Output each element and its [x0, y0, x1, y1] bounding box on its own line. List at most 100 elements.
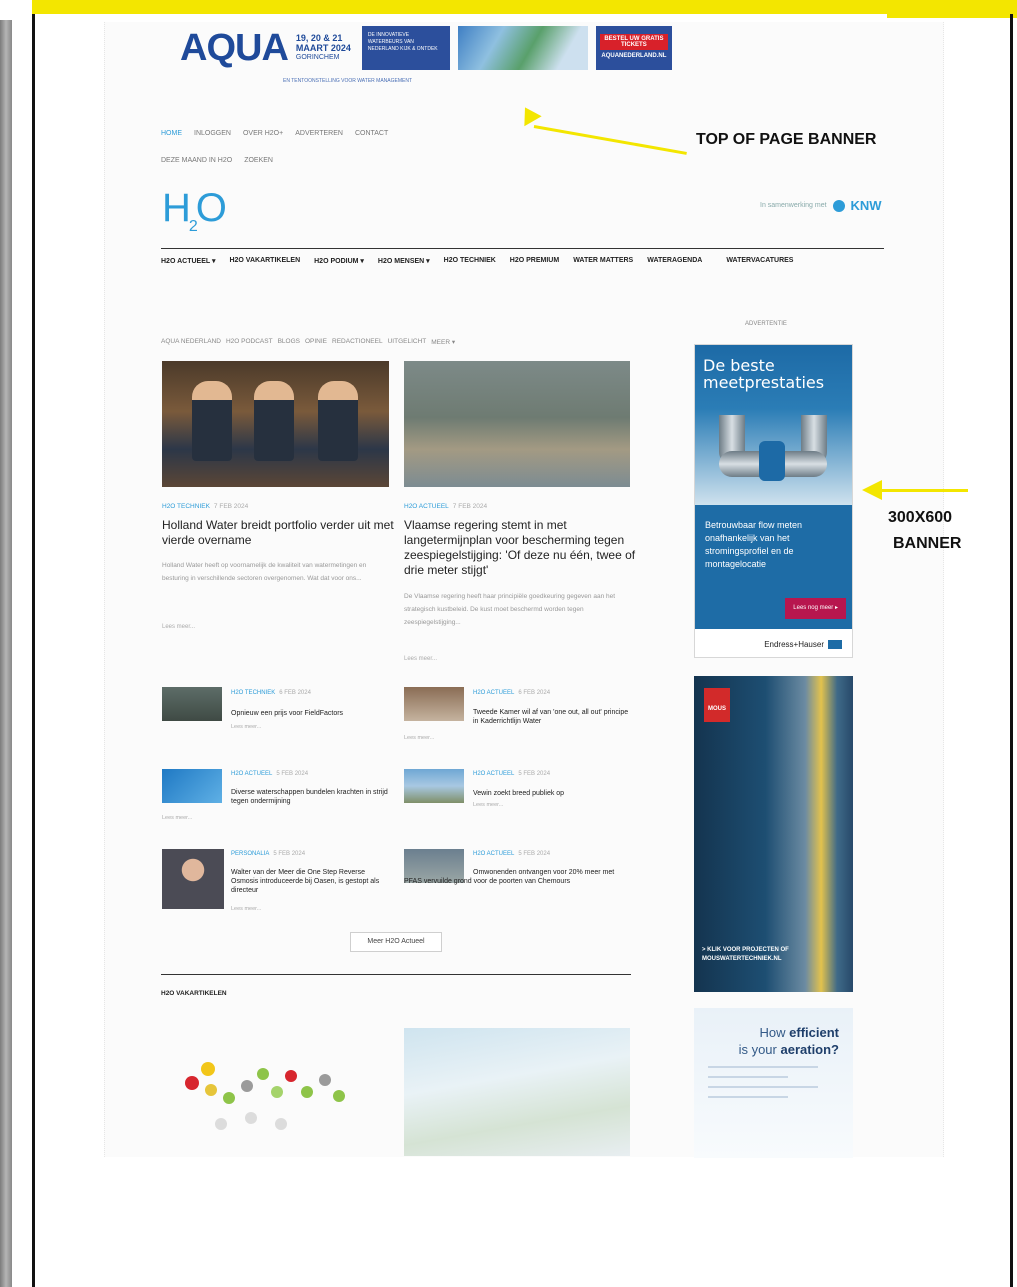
banner-info-box: DE INNOVATIEVE WATERBEURS VAN NEDERLAND … [361, 26, 450, 70]
h2o-logo[interactable]: H2O [162, 186, 227, 236]
featured-1-title[interactable]: Holland Water breidt portfolio verder ui… [162, 518, 394, 548]
list-5-title[interactable]: Walter van der Meer die One Step Reverse… [231, 868, 391, 895]
list-4-category[interactable]: H2O ACTUEEL [473, 771, 514, 777]
list-1-read-more[interactable]: Lees meer... [231, 724, 261, 730]
utility-nav-advertise[interactable]: ADVERTEREN [295, 130, 343, 137]
nav-watervacatures[interactable]: WATERVACATURES [726, 257, 793, 265]
more-h2o-actueel-button[interactable]: Meer H2O Actueel [350, 932, 442, 952]
main-nav: H2O ACTUEEL ▾ H2O VAKARTIKELEN H2O PODIU… [161, 257, 861, 265]
cat-aqua-nederland[interactable]: AQUA NEDERLAND [161, 338, 221, 346]
cat-opinie[interactable]: OPINIE [305, 338, 327, 346]
cat-uitgelicht[interactable]: UITGELICHT [388, 338, 427, 346]
list-1-category[interactable]: H2O TECHNIEK [231, 690, 275, 696]
cat-redactioneel[interactable]: REDACTIONEEL [332, 338, 383, 346]
top-banner-ad[interactable]: AQUA 19, 20 & 21 MAART 2024 GORINCHEM DE… [180, 22, 675, 74]
cat-meer[interactable]: MEER ▾ [431, 338, 455, 346]
nav-h2o-premium[interactable]: H2O PREMIUM [510, 257, 559, 265]
list-6-title[interactable]: Omwonenden ontvangen voor 20% meer met P… [404, 868, 630, 886]
aeration-text-line [708, 1086, 818, 1088]
category-links: AQUA NEDERLAND H2O PODCAST BLOGS OPINIE … [161, 338, 455, 346]
ad-eh-read-more-button[interactable]: Lees nog meer ▸ [785, 598, 846, 619]
nav-h2o-techniek[interactable]: H2O TECHNIEK [444, 257, 496, 265]
annotation-top-banner: TOP OF PAGE BANNER [696, 131, 877, 148]
partner-logo[interactable]: In samenwerking met KNW [760, 198, 882, 213]
aeration-text-line [708, 1096, 788, 1098]
person-portrait[interactable] [162, 849, 224, 909]
featured-1-meta: H2O TECHNIEK 7 FEB 2024 [162, 503, 248, 510]
utility-nav-login[interactable]: INLOGGEN [194, 130, 231, 137]
banner-cta-button[interactable]: BESTEL UW GRATIS TICKETS AQUANEDERLAND.N… [595, 26, 672, 70]
list-2-category[interactable]: H2O ACTUEEL [473, 690, 514, 696]
aeration-headline: How efficient is your aeration? [708, 1024, 839, 1058]
list-thumb[interactable] [404, 687, 464, 721]
featured-1-category[interactable]: H2O TECHNIEK [162, 503, 210, 510]
list-5-category[interactable]: PERSONALIA [231, 851, 269, 857]
featured-2-title[interactable]: Vlaamse regering stemt in met langetermi… [404, 518, 636, 578]
featured-image-coast[interactable] [404, 361, 630, 487]
list-5-date: 5 FEB 2024 [273, 851, 306, 857]
atom [201, 1062, 215, 1076]
sidebar-ad-300x600[interactable]: De beste meetprestaties Betrouwbaar flow… [694, 344, 853, 658]
list-2-title[interactable]: Tweede Kamer wil af van 'one out, all ou… [473, 708, 633, 726]
aqua-date-days: 19, 20 & 21 [295, 33, 343, 43]
partner-label: In samenwerking met [760, 202, 827, 209]
aqua-date-month: MAART 2024 [295, 43, 351, 53]
nav-h2o-podium[interactable]: H2O PODIUM ▾ [314, 257, 364, 265]
sidebar-ad-mous[interactable]: MOUS > KLIK VOOR PROJECTEN OF MOUSWATERT… [694, 676, 853, 992]
mous-cta-text: > KLIK VOOR PROJECTEN OF MOUSWATERTECHNI… [702, 947, 789, 962]
list-thumb[interactable] [162, 687, 222, 721]
nav-h2o-vakartikelen[interactable]: H2O VAKARTIKELEN [229, 257, 300, 265]
atom [271, 1086, 283, 1098]
list-thumb[interactable] [404, 769, 464, 803]
utility-nav-row2: DEZE MAAND IN H2O ZOEKEN [161, 157, 273, 164]
featured-1-read-more[interactable]: Lees meer... [162, 624, 195, 630]
list-2-read-more[interactable]: Lees meer... [404, 735, 434, 741]
utility-nav-contact[interactable]: CONTACT [355, 130, 388, 137]
list-4-meta: H2O ACTUEEL 5 FEB 2024 [473, 771, 550, 777]
nav-water-matters[interactable]: WATER MATTERS [573, 257, 633, 265]
sidebar-ad-aeration[interactable]: How efficient is your aeration? [694, 1008, 853, 1158]
aeration-text-line [708, 1066, 818, 1068]
highlight-top-bar [32, 0, 1017, 14]
atom [285, 1070, 297, 1082]
list-4-title[interactable]: Vewin zoekt breed publiek op [473, 789, 633, 798]
list-3-title[interactable]: Diverse waterschappen bundelen krachten … [231, 788, 391, 806]
eh-logo-icon [828, 639, 842, 649]
ad-eh-top: De beste meetprestaties [695, 345, 852, 505]
list-1-title[interactable]: Opnieuw een prijs voor FieldFactors [231, 709, 391, 718]
list-3-read-more[interactable]: Lees meer... [162, 815, 192, 821]
list-3-category[interactable]: H2O ACTUEEL [231, 771, 272, 777]
list-6-meta: H2O ACTUEEL 5 FEB 2024 [473, 851, 550, 857]
nav-h2o-actueel[interactable]: H2O ACTUEEL ▾ [161, 257, 215, 265]
utility-nav-this-month[interactable]: DEZE MAAND IN H2O [161, 157, 232, 164]
arrow-side-banner-line [880, 489, 968, 492]
partner-name: KNW [850, 198, 882, 213]
aeration-line1: How [759, 1025, 790, 1040]
atom [319, 1074, 331, 1086]
atom [245, 1112, 257, 1124]
aqua-logo: AQUA [180, 27, 289, 70]
cat-podcast[interactable]: H2O PODCAST [226, 338, 273, 346]
frame-right-border [1010, 14, 1013, 1287]
utility-nav-search[interactable]: ZOEKEN [244, 157, 273, 164]
atom [205, 1084, 217, 1096]
infrastructure-illustration[interactable] [404, 1028, 630, 1156]
utility-nav-home[interactable]: HOME [161, 130, 182, 137]
featured-2-category[interactable]: H2O ACTUEEL [404, 503, 449, 510]
list-4-read-more[interactable]: Lees meer... [473, 802, 503, 808]
featured-2-read-more[interactable]: Lees meer... [404, 656, 437, 662]
list-5-read-more[interactable]: Lees meer... [231, 906, 261, 912]
atom [185, 1076, 199, 1090]
molecule-image[interactable] [165, 1028, 385, 1156]
utility-nav-about[interactable]: OVER H2O+ [243, 130, 283, 137]
featured-image-signing[interactable] [162, 361, 389, 487]
list-thumb[interactable] [162, 769, 222, 803]
nav-wateragenda[interactable]: WATERAGENDA [647, 257, 702, 265]
nav-h2o-mensen[interactable]: H2O MENSEN ▾ [378, 257, 430, 265]
banner-cta-url: AQUANEDERLAND.NL [601, 53, 667, 59]
list-4-date: 5 FEB 2024 [518, 771, 551, 777]
list-6-category[interactable]: H2O ACTUEEL [473, 851, 514, 857]
aeration-text-line [708, 1076, 788, 1078]
cat-blogs[interactable]: BLOGS [278, 338, 300, 346]
annotation-side-banner-label: BANNER [893, 535, 962, 552]
